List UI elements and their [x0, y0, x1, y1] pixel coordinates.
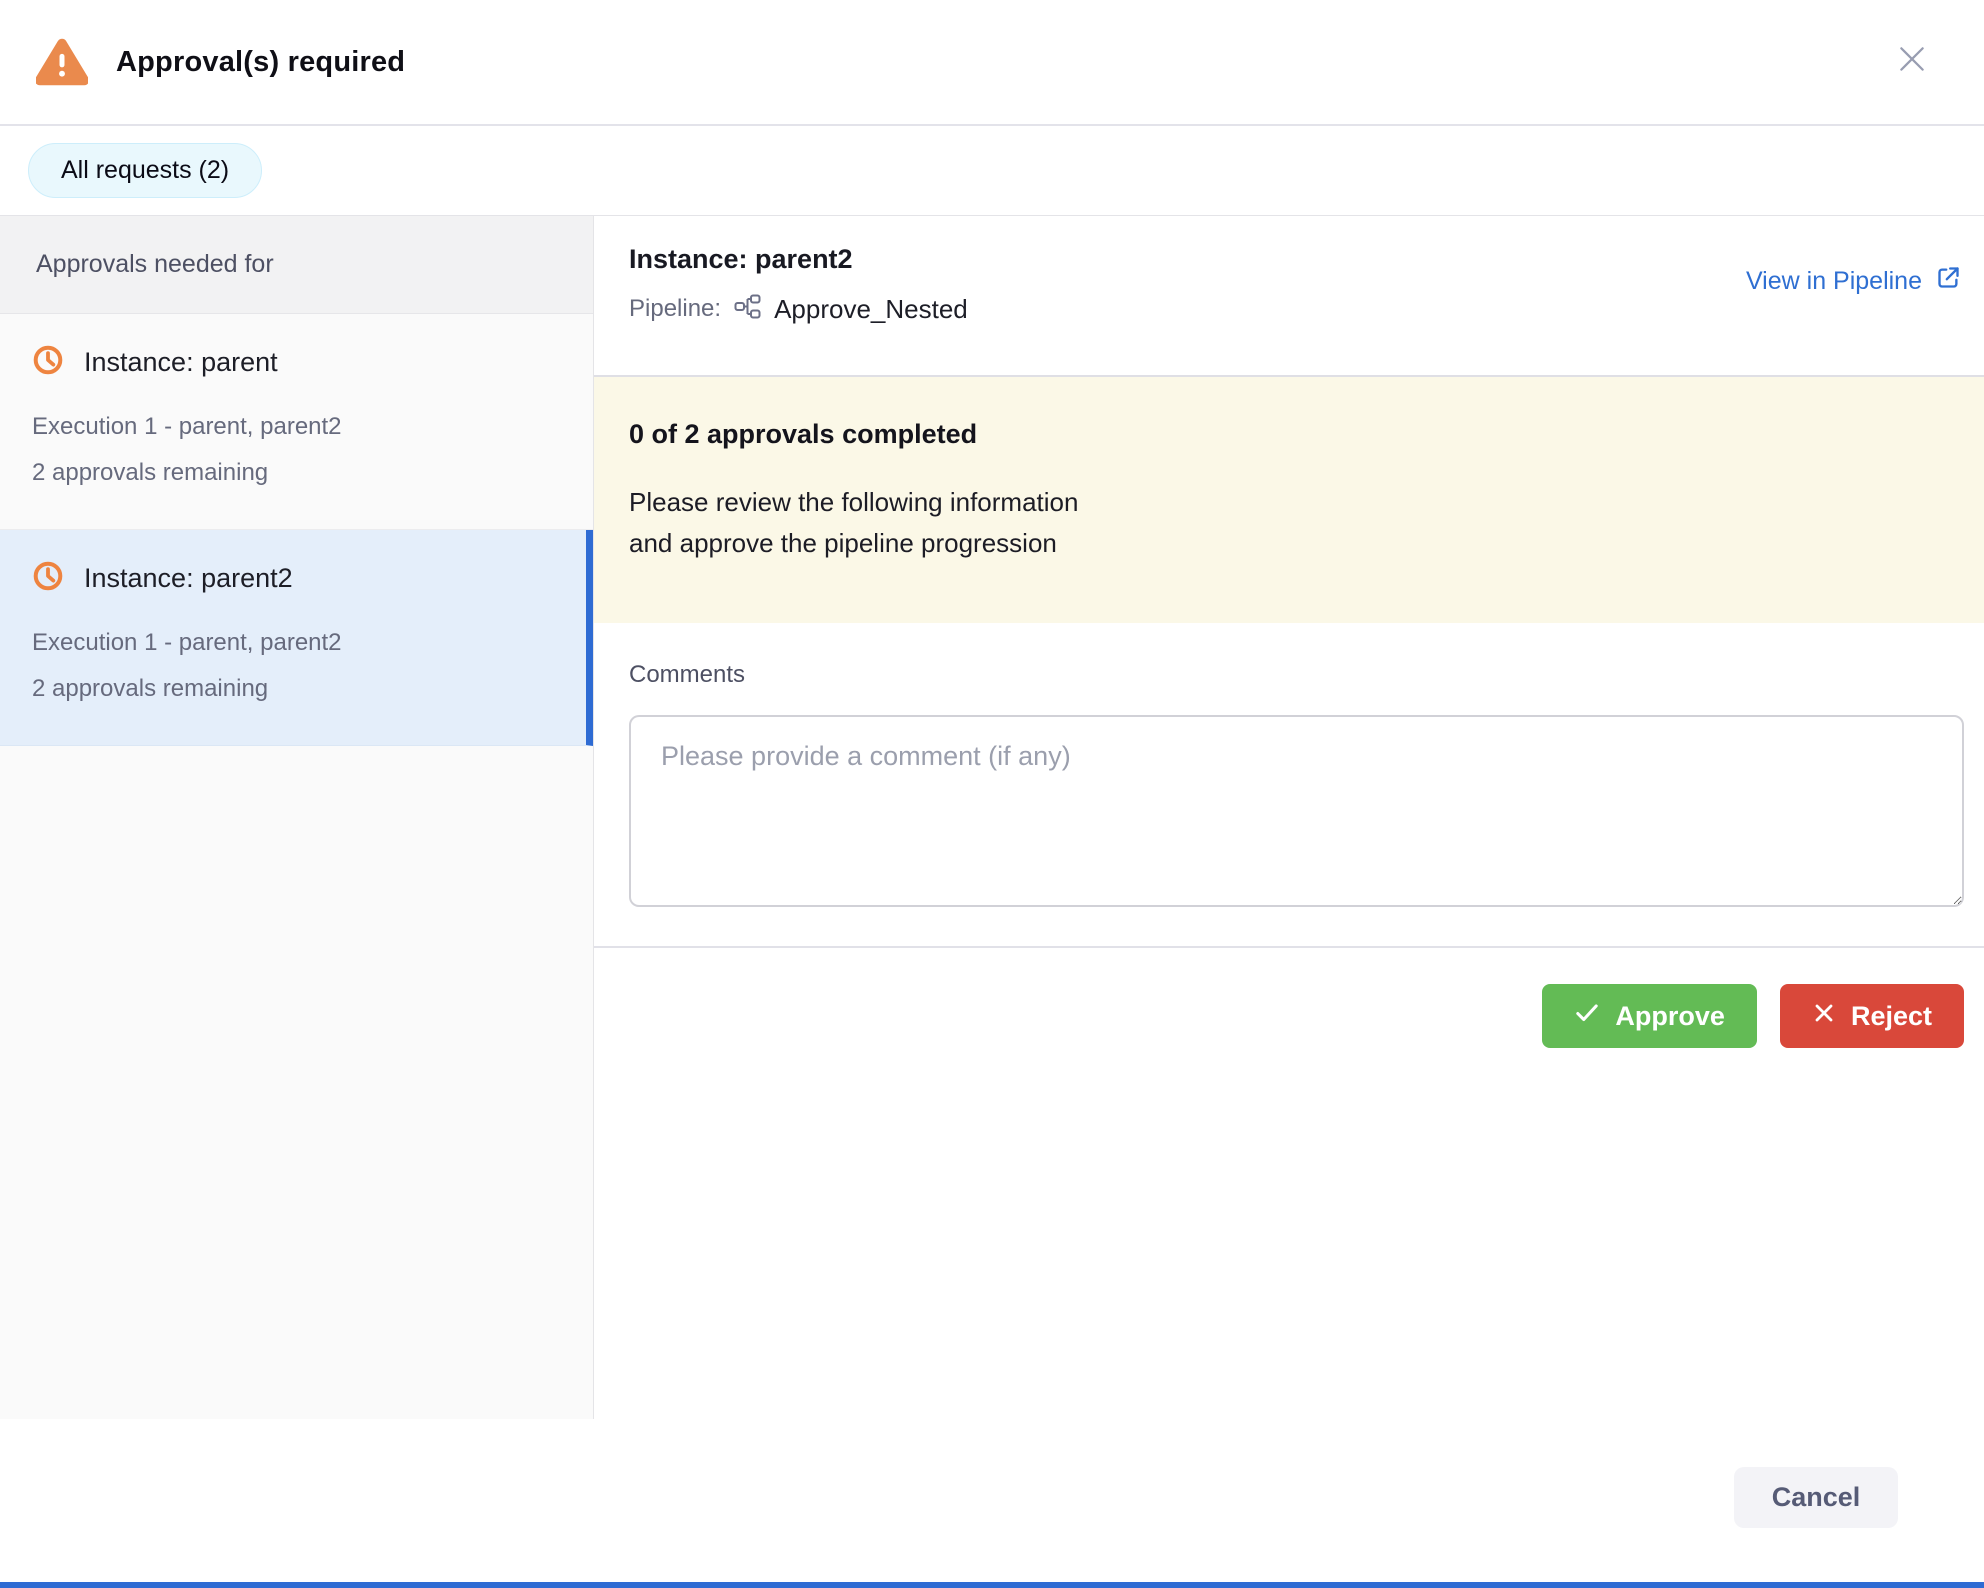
tab-row: All requests (2) [0, 126, 1984, 216]
approval-detail-pane: Instance: parent2 Pipeline: Approve_Nest… [594, 216, 1984, 1419]
approval-message-line2: and approve the pipeline progression [629, 523, 1952, 564]
reject-button-label: Reject [1851, 1001, 1932, 1032]
modal-bottom-accent-bar [0, 1582, 1984, 1588]
modal-header: Approval(s) required [0, 0, 1984, 126]
view-in-pipeline-link[interactable]: View in Pipeline [1746, 264, 1962, 298]
pipeline-label: Pipeline: [629, 295, 721, 323]
detail-header: Instance: parent2 Pipeline: Approve_Nest… [594, 216, 1984, 375]
reject-button[interactable]: Reject [1780, 984, 1964, 1048]
pending-clock-icon [32, 560, 64, 597]
approval-item-title: Instance: parent2 [84, 563, 293, 594]
action-buttons-row: Approve Reject [594, 946, 1984, 1048]
approval-message-line1: Please review the following information [629, 482, 1952, 523]
modal-footer: Cancel [0, 1419, 1984, 1587]
approval-item-parent[interactable]: Instance: parent Execution 1 - parent, p… [0, 314, 593, 530]
approval-status-banner: 0 of 2 approvals completed Please review… [594, 375, 1984, 623]
comments-label: Comments [629, 661, 1964, 689]
comment-input[interactable] [629, 715, 1964, 907]
approval-item-remaining: 2 approvals remaining [32, 451, 561, 495]
cancel-button[interactable]: Cancel [1734, 1467, 1898, 1528]
close-button[interactable] [1890, 38, 1934, 82]
close-icon [1895, 42, 1929, 79]
pending-clock-icon [32, 344, 64, 381]
approve-button[interactable]: Approve [1542, 984, 1757, 1048]
sidebar-section-title: Approvals needed for [0, 216, 593, 314]
view-in-pipeline-label: View in Pipeline [1746, 267, 1922, 296]
approval-item-execution: Execution 1 - parent, parent2 [32, 405, 561, 449]
approval-item-remaining: 2 approvals remaining [32, 667, 554, 711]
modal-body: Approvals needed for Instance: parent Ex… [0, 216, 1984, 1419]
warning-triangle-icon [36, 36, 88, 88]
pipeline-name: Approve_Nested [774, 294, 968, 325]
approval-modal: Approval(s) required All requests (2) Ap… [0, 0, 1984, 1588]
pipeline-icon [734, 293, 761, 325]
sidebar-filler [0, 746, 593, 1419]
comments-section: Comments [594, 623, 1984, 946]
x-icon [1812, 1001, 1836, 1032]
approvals-sidebar: Approvals needed for Instance: parent Ex… [0, 216, 594, 1419]
external-link-icon [1935, 264, 1962, 298]
check-icon [1574, 1000, 1600, 1033]
modal-title: Approval(s) required [116, 46, 405, 79]
tab-all-requests[interactable]: All requests (2) [28, 143, 262, 198]
approval-item-title: Instance: parent [84, 347, 278, 378]
approval-item-execution: Execution 1 - parent, parent2 [32, 621, 554, 665]
approval-item-parent2[interactable]: Instance: parent2 Execution 1 - parent, … [0, 530, 593, 746]
approvals-completed-text: 0 of 2 approvals completed [629, 419, 1952, 450]
approve-button-label: Approve [1615, 1001, 1725, 1032]
